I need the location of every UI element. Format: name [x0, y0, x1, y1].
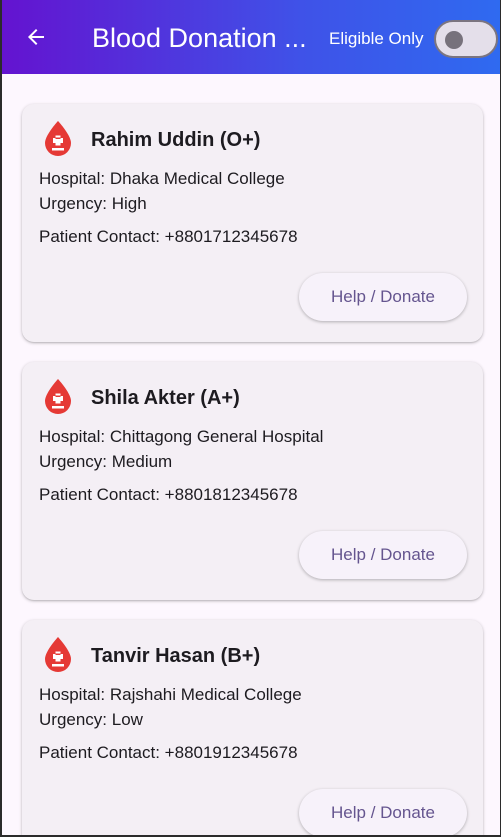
patient-contact-text: Patient Contact: +8801812345678 — [39, 485, 298, 504]
urgency-text: Urgency: Medium — [39, 452, 173, 471]
blood-drop-icon — [45, 121, 71, 156]
request-card: Shila Akter (A+) Hospital: Chittagong Ge… — [22, 362, 483, 600]
app-screen: Blood Donation ... Eligible Only Rahim U… — [2, 0, 500, 835]
urgency-text: Urgency: High — [39, 194, 147, 213]
blood-drop-icon — [45, 379, 71, 414]
request-card: Tanvir Hasan (B+) Hospital: Rajshahi Med… — [22, 620, 483, 835]
hospital-text: Hospital: Chittagong General Hospital — [39, 427, 324, 446]
patient-contact-text: Patient Contact: +8801712345678 — [39, 227, 298, 246]
donor-name: Shila Akter (A+) — [91, 387, 240, 409]
hospital-text: Hospital: Dhaka Medical College — [39, 169, 285, 188]
help-donate-button[interactable]: Help / Donate — [299, 531, 467, 579]
eligible-only-toggle[interactable] — [434, 20, 498, 58]
help-donate-button[interactable]: Help / Donate — [299, 273, 467, 321]
help-donate-button[interactable]: Help / Donate — [299, 789, 467, 835]
eligible-only-label: Eligible Only — [329, 29, 424, 48]
page-title: Blood Donation ... — [92, 23, 307, 53]
arrow-back-icon — [28, 29, 44, 45]
app-bar: Blood Donation ... Eligible Only — [2, 0, 500, 74]
hospital-text: Hospital: Rajshahi Medical College — [39, 685, 302, 704]
back-button[interactable] — [18, 19, 54, 55]
donor-name: Rahim Uddin (O+) — [91, 129, 261, 151]
donor-name: Tanvir Hasan (B+) — [91, 645, 261, 667]
urgency-text: Urgency: Low — [39, 710, 143, 729]
request-card: Rahim Uddin (O+) Hospital: Dhaka Medical… — [22, 104, 483, 342]
patient-contact-text: Patient Contact: +8801912345678 — [39, 743, 298, 762]
blood-drop-icon — [45, 637, 71, 672]
toggle-thumb — [445, 31, 463, 49]
